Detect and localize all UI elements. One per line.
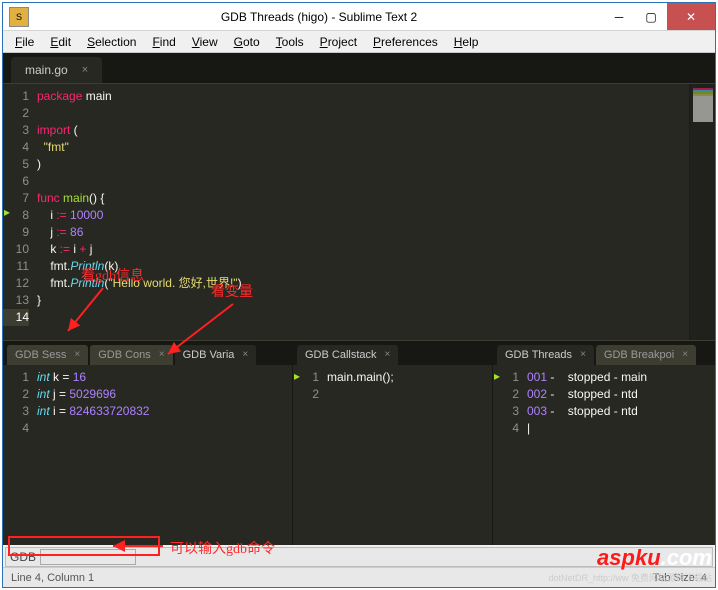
pane-tab-gdb-breakpoi[interactable]: GDB Breakpoi× [596,345,696,365]
tab-main-go[interactable]: main.go × [11,57,102,83]
maximize-button[interactable]: ▢ [635,3,667,30]
gdb-label: GDB [6,550,40,564]
window-controls: ─ ▢ ✕ [603,3,715,30]
close-icon[interactable]: × [580,349,586,360]
editor-area: main.go × 1234567891011121314 package ma… [3,53,715,545]
thread-marker: ▸ [494,371,504,381]
window-title: GDB Threads (higo) - Sublime Text 2 [35,10,603,24]
right-pane-tabs: GDB Threads×GDB Breakpoi× [493,341,715,365]
menu-selection[interactable]: Selection [79,33,144,51]
arrow-icon [108,538,168,554]
callstack-marker: ▸ [294,371,304,381]
menu-preferences[interactable]: Preferences [365,33,446,51]
app-window: S GDB Threads (higo) - Sublime Text 2 ─ … [2,2,716,588]
close-icon[interactable]: × [385,349,391,360]
minimap[interactable] [689,84,715,340]
gdb-threads-pane[interactable]: 1234 001 - stopped - main002 - stopped -… [493,365,715,545]
menu-help[interactable]: Help [446,33,487,51]
pane-tab-gdb-threads[interactable]: GDB Threads× [497,345,594,365]
pane-tab-gdb-callstack[interactable]: GDB Callstack× [297,345,398,365]
titlebar[interactable]: S GDB Threads (higo) - Sublime Text 2 ─ … [3,3,715,31]
arrow-icon [63,283,153,353]
arrow-icon [153,299,253,369]
status-cursor: Line 4, Column 1 [11,572,94,584]
statusbar: Line 4, Column 1 Tab Size: 4 [3,567,715,587]
close-button[interactable]: ✕ [667,3,715,30]
status-tabsize[interactable]: Tab Size: 4 [653,572,707,584]
app-icon: S [9,7,29,27]
menu-find[interactable]: Find [144,33,183,51]
tab-label: main.go [25,63,68,77]
mid-pane-tabs: GDB Callstack× [293,341,492,365]
menu-file[interactable]: File [7,33,42,51]
menu-project[interactable]: Project [312,33,365,51]
menu-tools[interactable]: Tools [268,33,312,51]
close-icon[interactable]: × [82,64,88,76]
menu-edit[interactable]: Edit [42,33,79,51]
minimize-button[interactable]: ─ [603,3,635,30]
close-icon[interactable]: × [682,349,688,360]
menu-view[interactable]: View [184,33,226,51]
menu-goto[interactable]: Goto [226,33,268,51]
gdb-callstack-pane[interactable]: 12 main.main(); ▸ [293,365,492,545]
breakpoint-marker: ▸ [4,207,14,217]
gdb-variables-pane[interactable]: 1234 int k = 16int j = 5029696int i = 82… [3,365,292,545]
menubar: FileEditSelectionFindViewGotoToolsProjec… [3,31,715,53]
main-tabs: main.go × [3,53,715,83]
